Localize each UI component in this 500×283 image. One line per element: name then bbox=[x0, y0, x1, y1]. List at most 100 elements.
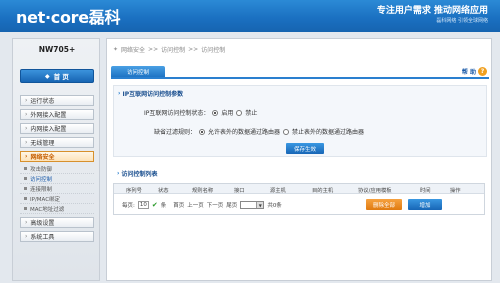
submenu-item-ip-mac-binding[interactable]: IP/MAC绑定 bbox=[20, 194, 94, 204]
page-select[interactable]: ▼ bbox=[240, 201, 265, 209]
total-count: 共0条 bbox=[267, 203, 282, 209]
save-button[interactable]: 保存生效 bbox=[286, 143, 324, 154]
sidebar-item-security[interactable]: › 网络安全 bbox=[20, 151, 94, 162]
next-page-link[interactable]: 下一页 bbox=[207, 201, 224, 209]
sidebar-item-system-tools[interactable]: › 系统工具 bbox=[20, 231, 94, 242]
submenu-item-label: 攻击防御 bbox=[30, 166, 53, 173]
chevron-right-icon: › bbox=[25, 139, 28, 146]
rule-deny-radio[interactable] bbox=[283, 128, 290, 135]
params-section: › IP互联网访问控制参数 IP互联网访问控制状态： 启用 禁止 缺省过滤规则：… bbox=[113, 85, 487, 157]
sidebar-menu: › 运行状态 › 外网接入配置 › 内网接入配置 › 无线管理 › 网络安全 攻… bbox=[20, 95, 94, 245]
chevron-right-icon: › bbox=[25, 233, 28, 240]
submenu-item-label: IP/MAC绑定 bbox=[30, 196, 61, 203]
rule-deny-label: 禁止表外的数据通过路由器 bbox=[292, 129, 365, 136]
rule-label: 缺省过滤规则： bbox=[154, 129, 197, 136]
brand-logo: net·core磊科 bbox=[16, 8, 121, 27]
sidebar-item-wan[interactable]: › 外网接入配置 bbox=[20, 109, 94, 120]
home-button-label: 首 页 bbox=[53, 73, 69, 81]
sidebar-item-label: 系统工具 bbox=[30, 234, 55, 241]
help-link[interactable]: 帮 助 ? bbox=[462, 67, 487, 76]
tab-bar: 访问控制 帮 助 ? bbox=[111, 66, 489, 79]
chevron-down-icon: ▼ bbox=[256, 202, 264, 208]
security-submenu: 攻击防御 访问控制 连接限制 IP/MAC绑定 MAC地址过滤 bbox=[20, 164, 94, 214]
params-section-title: › IP互联网访问控制参数 bbox=[118, 89, 183, 98]
bullet-icon bbox=[24, 177, 27, 180]
tab-access-control[interactable]: 访问控制 bbox=[111, 66, 165, 77]
list-title: 访问控制列表 bbox=[121, 171, 158, 178]
bullet-icon bbox=[24, 197, 27, 200]
chevron-right-icon: › bbox=[25, 97, 28, 104]
sidebar-item-label: 网络安全 bbox=[30, 154, 55, 161]
last-page-link[interactable]: 尾页 bbox=[226, 201, 237, 209]
sidebar-item-label: 内网接入配置 bbox=[30, 126, 67, 133]
breadcrumb-icon: ✦ bbox=[113, 46, 119, 53]
chevron-right-icon: › bbox=[25, 153, 28, 160]
submenu-item-mac-filter[interactable]: MAC地址过滤 bbox=[20, 204, 94, 214]
column-header: 接口 bbox=[234, 188, 245, 194]
column-header: 目的主机 bbox=[312, 188, 334, 194]
first-page-link[interactable]: 首页 bbox=[173, 201, 184, 209]
bullet-icon bbox=[24, 187, 27, 190]
chevron-right-icon: › bbox=[25, 125, 28, 132]
delete-all-button[interactable]: 删除全部 bbox=[366, 199, 402, 210]
sidebar-item-status[interactable]: › 运行状态 bbox=[20, 95, 94, 106]
sidebar-item-advanced[interactable]: › 高级设置 bbox=[20, 217, 94, 228]
home-button[interactable]: ◆ 首 页 bbox=[20, 69, 94, 83]
column-header: 序列号 bbox=[126, 188, 142, 194]
main-panel: ✦ 网络安全 >> 访问控制 >> 访问控制 访问控制 帮 助 ? › IP互联… bbox=[106, 38, 492, 281]
access-control-table: 序列号 状态 规则名称 接口 源主机 目的主机 协议/应用模板 时间 操作 每页… bbox=[113, 183, 485, 215]
column-header: 源主机 bbox=[270, 188, 286, 194]
bullet-icon bbox=[24, 167, 27, 170]
submenu-item-access-control[interactable]: 访问控制 bbox=[20, 174, 94, 184]
disable-label: 禁止 bbox=[245, 110, 258, 117]
breadcrumb-part: 访问控制 bbox=[161, 47, 186, 54]
chevron-right-icon: › bbox=[117, 170, 120, 177]
column-header: 协议/应用模板 bbox=[358, 188, 392, 194]
breadcrumb-separator: >> bbox=[188, 46, 199, 53]
status-row: IP互联网访问控制状态： 启用 禁止 bbox=[144, 108, 257, 117]
bullet-icon bbox=[24, 207, 27, 210]
rule-allow-radio[interactable] bbox=[199, 128, 206, 135]
table-header: 序列号 状态 规则名称 接口 源主机 目的主机 协议/应用模板 时间 操作 bbox=[114, 184, 484, 194]
header-slogan: 专注用户需求 推动网络应用 bbox=[376, 6, 488, 16]
header-slogan-sub: 磊科网络 引领全球网络 bbox=[436, 18, 488, 24]
breadcrumb: ✦ 网络安全 >> 访问控制 >> 访问控制 bbox=[113, 45, 225, 54]
sidebar-item-label: 外网接入配置 bbox=[30, 112, 67, 119]
submenu-item-attack-defense[interactable]: 攻击防御 bbox=[20, 164, 94, 174]
breadcrumb-part: 网络安全 bbox=[121, 47, 146, 54]
column-header: 操作 bbox=[450, 188, 461, 194]
per-page-label: 每页: bbox=[122, 203, 135, 209]
submenu-item-connection-limit[interactable]: 连接限制 bbox=[20, 184, 94, 194]
sidebar-item-label: 运行状态 bbox=[30, 98, 55, 105]
list-section: › 访问控制列表 序列号 状态 规则名称 接口 源主机 目的主机 协议/应用模板… bbox=[113, 169, 487, 259]
submenu-item-label: 连接限制 bbox=[30, 186, 53, 193]
per-page-input[interactable]: 10 bbox=[137, 201, 149, 209]
sidebar-item-label: 无线管理 bbox=[30, 140, 55, 147]
per-page-unit: 条 bbox=[160, 203, 167, 209]
disable-radio[interactable] bbox=[236, 109, 243, 116]
sidebar-item-wireless[interactable]: › 无线管理 bbox=[20, 137, 94, 148]
column-header: 规则名称 bbox=[192, 188, 214, 194]
params-title: IP互联网访问控制参数 bbox=[122, 91, 184, 98]
chevron-right-icon: › bbox=[25, 111, 28, 118]
status-label: IP互联网访问控制状态： bbox=[144, 110, 210, 117]
add-button[interactable]: 增加 bbox=[408, 199, 442, 210]
sidebar-item-lan[interactable]: › 内网接入配置 bbox=[20, 123, 94, 134]
prev-page-link[interactable]: 上一页 bbox=[187, 201, 204, 209]
pagination: 每页: 10 ✔ 条 首页 上一页 下一页 尾页 ▼ 共0条 bbox=[122, 201, 282, 209]
submenu-item-label: MAC地址过滤 bbox=[30, 206, 65, 213]
checkmark-icon[interactable]: ✔ bbox=[152, 201, 158, 209]
chevron-right-icon: › bbox=[25, 219, 28, 226]
enable-label: 启用 bbox=[221, 110, 234, 117]
list-section-title: › 访问控制列表 bbox=[117, 169, 158, 178]
breadcrumb-part: 访问控制 bbox=[201, 47, 226, 54]
home-arrow-icon: ◆ bbox=[45, 72, 50, 80]
breadcrumb-separator: >> bbox=[148, 46, 159, 53]
rule-allow-label: 允许表外的数据通过路由器 bbox=[208, 129, 281, 136]
column-header: 时间 bbox=[420, 188, 431, 194]
enable-radio[interactable] bbox=[212, 109, 219, 116]
chevron-right-icon: › bbox=[118, 90, 121, 97]
sidebar: NW705+ ◆ 首 页 › 运行状态 › 外网接入配置 › 内网接入配置 › … bbox=[12, 38, 100, 281]
submenu-item-label: 访问控制 bbox=[30, 176, 53, 183]
app-header: net·core磊科 专注用户需求 推动网络应用 磊科网络 引领全球网络 bbox=[0, 0, 500, 32]
